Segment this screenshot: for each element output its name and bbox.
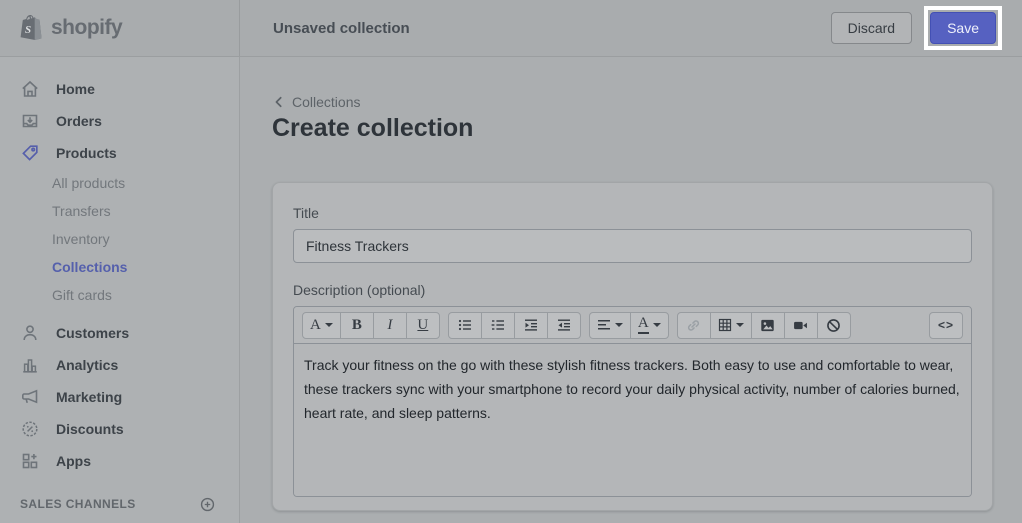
caret-down-icon <box>736 323 744 327</box>
sidebar-item-gift-cards[interactable]: Gift cards <box>0 281 239 309</box>
sales-channels-header: SALES CHANNELS <box>0 489 238 523</box>
sales-channels-label: SALES CHANNELS <box>20 497 136 511</box>
home-icon <box>20 79 40 99</box>
rich-text-editor: A B I U <box>293 306 972 497</box>
sidebar-item-label: Apps <box>56 453 91 469</box>
sidebar-item-inventory[interactable]: Inventory <box>0 225 239 253</box>
list-indent-group <box>448 312 581 339</box>
editor-toolbar: A B I U <box>294 307 971 344</box>
sidebar-item-label: Customers <box>56 325 129 341</box>
sidebar-item-analytics[interactable]: Analytics <box>0 349 239 381</box>
image-icon <box>760 318 775 333</box>
shopify-bag-icon: S <box>18 14 44 42</box>
apps-grid-icon <box>20 451 40 471</box>
sidebar-item-collections[interactable]: Collections <box>0 253 239 281</box>
caret-down-icon <box>325 323 333 327</box>
sidebar-item-label: Analytics <box>56 357 118 373</box>
products-subnav: All products Transfers Inventory Collect… <box>0 169 239 309</box>
outdent-button[interactable] <box>514 312 548 339</box>
code-view-group: <> <box>929 312 963 339</box>
italic-button[interactable]: I <box>373 312 407 339</box>
sidebar-item-label: Orders <box>56 113 102 129</box>
clear-formatting-button[interactable] <box>817 312 851 339</box>
formatting-dropdown-button[interactable]: A <box>302 312 341 339</box>
discounts-badge-icon <box>20 419 40 439</box>
breadcrumb-label: Collections <box>292 94 360 110</box>
indent-icon <box>557 318 571 332</box>
sidebar-item-transfers[interactable]: Transfers <box>0 197 239 225</box>
bold-button[interactable]: B <box>340 312 374 339</box>
sidebar-item-label: Marketing <box>56 389 122 405</box>
table-icon <box>718 318 732 332</box>
page-title: Create collection <box>272 114 473 143</box>
text-color-dropdown-button[interactable]: A <box>630 312 669 339</box>
align-left-icon <box>597 318 611 332</box>
bulleted-list-icon <box>458 318 472 332</box>
numbered-list-button[interactable] <box>481 312 515 339</box>
chevron-left-icon <box>273 96 285 108</box>
text-style-group: A B I U <box>302 312 440 339</box>
analytics-icon <box>20 355 40 375</box>
topbar-actions: Discard Save <box>831 6 1022 50</box>
customers-icon <box>20 323 40 343</box>
svg-text:S: S <box>25 24 31 36</box>
align-color-group: A <box>589 312 669 339</box>
description-field-label: Description (optional) <box>293 282 972 298</box>
insert-table-dropdown-button[interactable] <box>710 312 752 339</box>
show-html-button[interactable]: <> <box>929 312 963 339</box>
page-status-title: Unsaved collection <box>273 20 410 37</box>
save-button-highlight-ring: Save <box>924 6 1002 50</box>
topbar: S shopify Unsaved collection Discard Sav… <box>0 0 1022 57</box>
underline-button[interactable]: U <box>406 312 440 339</box>
sidebar-item-home[interactable]: Home <box>0 73 239 105</box>
sidebar-item-products[interactable]: Products <box>0 137 239 169</box>
orders-icon <box>20 111 40 131</box>
sidebar-item-orders[interactable]: Orders <box>0 105 239 137</box>
sidebar-item-label: Products <box>56 145 117 161</box>
caret-down-icon <box>615 323 623 327</box>
shopify-wordmark: shopify <box>51 16 122 40</box>
sidebar-item-customers[interactable]: Customers <box>0 317 239 349</box>
sidebar-item-apps[interactable]: Apps <box>0 445 239 477</box>
shopify-logo[interactable]: S shopify <box>0 0 240 56</box>
insert-video-button[interactable] <box>784 312 818 339</box>
collection-title-input[interactable] <box>293 229 972 263</box>
breadcrumb[interactable]: Collections <box>273 94 360 110</box>
main-content: Collections Create collection Title Desc… <box>240 57 1022 523</box>
collection-details-card: Title Description (optional) A B I U <box>272 182 993 511</box>
title-field-label: Title <box>293 205 972 221</box>
alignment-dropdown-button[interactable] <box>589 312 631 339</box>
video-camera-icon <box>793 318 808 333</box>
insert-image-button[interactable] <box>751 312 785 339</box>
marketing-megaphone-icon <box>20 387 40 407</box>
prohibit-icon <box>826 318 841 333</box>
insert-group <box>677 312 851 339</box>
add-sales-channel-button[interactable] <box>199 496 216 513</box>
nav-spacer <box>0 309 239 317</box>
sidebar-item-marketing[interactable]: Marketing <box>0 381 239 413</box>
products-tag-icon <box>20 143 40 163</box>
bulleted-list-button[interactable] <box>448 312 482 339</box>
sidebar-item-label: Home <box>56 81 95 97</box>
caret-down-icon <box>653 323 661 327</box>
link-icon <box>686 318 701 333</box>
sidebar-item-label: Discounts <box>56 421 124 437</box>
discard-button[interactable]: Discard <box>831 12 912 44</box>
description-editor-content[interactable]: Track your fitness on the go with these … <box>294 344 971 496</box>
insert-link-button[interactable] <box>677 312 711 339</box>
indent-button[interactable] <box>547 312 581 339</box>
sidebar: Home Orders Products All products Transf… <box>0 57 240 523</box>
sidebar-item-discounts[interactable]: Discounts <box>0 413 239 445</box>
sidebar-item-all-products[interactable]: All products <box>0 169 239 197</box>
save-button[interactable]: Save <box>930 12 996 44</box>
outdent-icon <box>524 318 538 332</box>
numbered-list-icon <box>491 318 505 332</box>
